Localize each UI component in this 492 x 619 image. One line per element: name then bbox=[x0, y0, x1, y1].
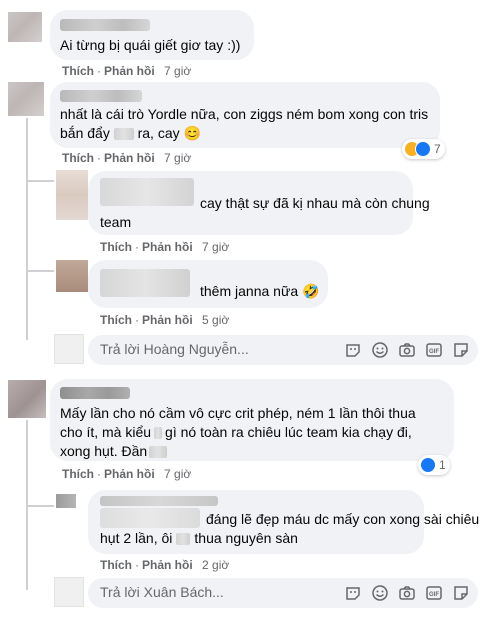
timestamp[interactable]: 2 giờ bbox=[202, 558, 229, 572]
avatar[interactable] bbox=[8, 82, 44, 116]
svg-text:GIF: GIF bbox=[429, 592, 439, 598]
timestamp[interactable]: 5 giờ bbox=[202, 313, 229, 327]
comment-text-line: cho ít, mà kiểu gì nó toàn ra chiêu lúc t… bbox=[60, 423, 450, 442]
composer-icons: GIF bbox=[344, 341, 470, 359]
comment-actions: Thích · Phản hồi 7 giờ bbox=[62, 151, 192, 165]
reply-thread-line bbox=[26, 270, 54, 272]
reply-input-box[interactable]: GIF bbox=[88, 335, 478, 365]
comment-text: nhất là cái trò Yordle nữa, con ziggs né… bbox=[60, 105, 435, 143]
sticker-icon[interactable] bbox=[344, 341, 362, 359]
like-reaction-icon bbox=[415, 141, 431, 157]
timestamp[interactable]: 7 giờ bbox=[164, 64, 191, 78]
reply-button[interactable]: Phản hồi bbox=[104, 64, 155, 78]
gif-icon[interactable]: GIF bbox=[425, 341, 443, 359]
comment-actions: Thích · Phản hồi 2 giờ bbox=[100, 558, 230, 572]
avatar[interactable] bbox=[56, 170, 88, 220]
commenter-name-blurred[interactable] bbox=[100, 269, 190, 297]
like-button[interactable]: Thích bbox=[62, 64, 94, 78]
camera-icon[interactable] bbox=[398, 584, 416, 602]
reply-thread-line bbox=[26, 180, 54, 182]
reply-thread-line bbox=[26, 505, 54, 507]
avatar[interactable] bbox=[8, 380, 46, 418]
comment-bubble: Ai từng bị quái giết giơ tay :)) bbox=[50, 10, 254, 60]
like-button[interactable]: Thích bbox=[100, 313, 132, 327]
like-button[interactable]: Thích bbox=[100, 240, 132, 254]
comment-text: team bbox=[100, 214, 132, 230]
gif-icon[interactable]: GIF bbox=[425, 584, 443, 602]
comment-text: Mấy lần cho nó cầm vô cực crit phép, ném… bbox=[60, 404, 450, 461]
comment-text: thêm janna nữa 🤣 bbox=[200, 283, 320, 299]
text-fragment: thua nguyên sàn bbox=[194, 530, 298, 546]
sticker-icon[interactable] bbox=[344, 584, 362, 602]
svg-text:GIF: GIF bbox=[429, 349, 439, 355]
comment-text: đáng lẽ đẹp máu dc mấy con xong sài chiê… bbox=[206, 511, 480, 527]
redacted-word bbox=[149, 446, 168, 459]
avatar[interactable] bbox=[56, 260, 88, 292]
comment-actions: Thích · Phản hồi 7 giờ bbox=[100, 240, 230, 254]
comment-bubble: Mấy lần cho nó cầm vô cực crit phép, ném… bbox=[50, 379, 454, 461]
sticker-square-icon[interactable] bbox=[452, 584, 470, 602]
reply-button[interactable]: Phản hồi bbox=[104, 151, 155, 165]
reply-button[interactable]: Phản hồi bbox=[142, 240, 193, 254]
like-button[interactable]: Thích bbox=[62, 467, 94, 481]
comment-text-line: nhất là cái trò Yordle nữa, con ziggs né… bbox=[60, 106, 429, 122]
commenter-name-blurred[interactable] bbox=[100, 496, 218, 506]
comment-text-line: Mấy lần cho nó cầm vô cực crit phép, ném… bbox=[60, 405, 416, 421]
emoji-icon[interactable] bbox=[371, 341, 389, 359]
redacted-word bbox=[176, 533, 191, 546]
comment-actions: Thích · Phản hồi 5 giờ bbox=[100, 313, 230, 327]
text-fragment: ra, cay 😊 bbox=[137, 125, 201, 141]
emoji-icon[interactable] bbox=[371, 584, 389, 602]
comment-text: cay thật sự đã kị nhau mà còn chung bbox=[200, 195, 430, 211]
text-fragment: hụt 2 lần, ôi bbox=[100, 530, 173, 546]
current-user-avatar bbox=[54, 334, 84, 364]
timestamp[interactable]: 7 giờ bbox=[202, 240, 229, 254]
like-reaction-icon bbox=[420, 457, 436, 473]
like-button[interactable]: Thích bbox=[62, 151, 94, 165]
comment-actions: Thích · Phản hồi 7 giờ bbox=[62, 64, 192, 78]
text-fragment: cho ít, mà kiểu bbox=[60, 424, 152, 440]
like-button[interactable]: Thích bbox=[100, 558, 132, 572]
reply-input-box[interactable]: GIF bbox=[88, 578, 478, 608]
comment-text-line: bắn đẩy ra, cay 😊 bbox=[60, 124, 435, 143]
avatar[interactable] bbox=[56, 494, 76, 508]
redacted-block bbox=[100, 508, 200, 528]
commenter-name-blurred[interactable] bbox=[60, 19, 150, 31]
text-fragment: bắn đẩy bbox=[60, 125, 110, 141]
comment-bubble: thêm janna nữa 🤣 bbox=[88, 260, 328, 308]
commenter-name-blurred[interactable] bbox=[60, 387, 130, 399]
comment-text-line: xong hụt. Đần bbox=[60, 442, 450, 461]
composer-icons: GIF bbox=[344, 584, 470, 602]
redacted-word bbox=[154, 427, 163, 440]
reply-button[interactable]: Phản hồi bbox=[142, 558, 193, 572]
timestamp[interactable]: 7 giờ bbox=[164, 151, 191, 165]
reply-thread-line bbox=[26, 118, 28, 340]
comment-text: hụt 2 lần, ôi thua nguyên sàn bbox=[100, 529, 298, 548]
reaction-count: 1 bbox=[439, 458, 446, 472]
commenter-name-blurred[interactable] bbox=[60, 90, 142, 102]
reply-input[interactable] bbox=[100, 584, 330, 600]
reply-input[interactable] bbox=[100, 341, 330, 357]
comment-bubble: cay thật sự đã kị nhau mà còn chung team bbox=[88, 171, 430, 235]
redacted-mention bbox=[113, 128, 134, 141]
camera-icon[interactable] bbox=[398, 341, 416, 359]
reaction-summary[interactable]: 7 bbox=[402, 139, 445, 159]
text-fragment: xong hụt. Đần bbox=[60, 443, 148, 459]
comment-bubble: đáng lẽ đẹp máu dc mấy con xong sài chiê… bbox=[88, 490, 479, 554]
commenter-name-blurred[interactable] bbox=[100, 178, 194, 206]
reply-button[interactable]: Phản hồi bbox=[104, 467, 155, 481]
comment-actions: Thích · Phản hồi 7 giờ bbox=[62, 467, 192, 481]
timestamp[interactable]: 7 giờ bbox=[164, 467, 191, 481]
reaction-count: 7 bbox=[434, 142, 441, 156]
reaction-summary[interactable]: 1 bbox=[418, 455, 450, 475]
comment-text: Ai từng bị quái giết giơ tay :)) bbox=[60, 37, 241, 53]
comment-bubble: nhất là cái trò Yordle nữa, con ziggs né… bbox=[50, 82, 440, 148]
avatar[interactable] bbox=[8, 12, 42, 42]
sticker-square-icon[interactable] bbox=[452, 341, 470, 359]
reply-button[interactable]: Phản hồi bbox=[142, 313, 193, 327]
current-user-avatar bbox=[54, 577, 84, 607]
text-fragment: gì nó toàn ra chiêu lúc team kia chạy đi… bbox=[165, 424, 412, 440]
